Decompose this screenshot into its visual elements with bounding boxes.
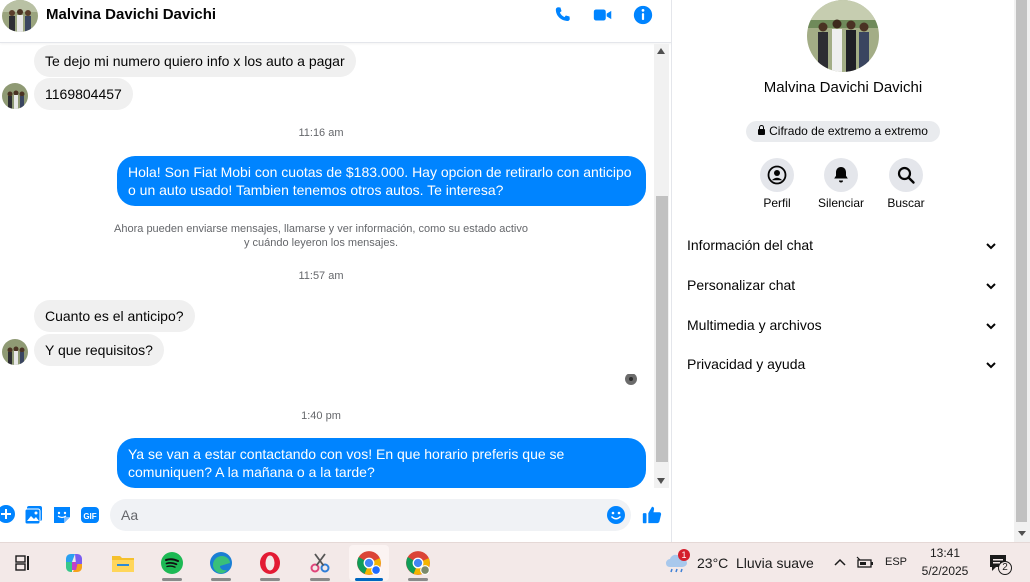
scroll-up-icon[interactable] bbox=[657, 48, 665, 54]
section-chat-info[interactable]: Información del chat bbox=[687, 235, 999, 259]
chat-panel: Malvina Davichi Davichi Te dejo mi numer… bbox=[0, 0, 671, 542]
profile-icon bbox=[760, 158, 794, 192]
search-action-button[interactable]: Buscar bbox=[871, 158, 941, 210]
message-input-box[interactable] bbox=[110, 499, 631, 531]
chat-notice-line: y cuándo leyeron los mensajes. bbox=[243, 237, 399, 249]
action-label: Perfil bbox=[763, 196, 791, 210]
section-label: Multimedia y archivos bbox=[687, 317, 822, 333]
spotify-icon[interactable] bbox=[152, 545, 192, 581]
info-icon[interactable] bbox=[632, 4, 654, 26]
chevron-down-icon bbox=[986, 283, 996, 290]
bell-icon bbox=[824, 158, 858, 192]
message-composer: GIF bbox=[0, 492, 671, 538]
contact-profile-photo[interactable] bbox=[807, 0, 879, 72]
svg-text:GIF: GIF bbox=[83, 512, 96, 521]
weather-temp[interactable]: 23°C bbox=[697, 555, 728, 571]
weather-alert-badge: 1 bbox=[678, 549, 690, 561]
action-label: Buscar bbox=[887, 196, 925, 210]
chat-notice-line: Ahora pueden enviarse mensajes, llamarse… bbox=[114, 223, 528, 235]
lock-icon bbox=[758, 125, 766, 135]
message-timestamp: 11:16 am bbox=[298, 127, 344, 139]
profile-action-button[interactable]: Perfil bbox=[742, 158, 812, 210]
chevron-down-icon bbox=[986, 323, 996, 330]
file-explorer-icon[interactable] bbox=[103, 545, 143, 581]
incoming-message[interactable]: Te dejo mi numero quiero info x los auto… bbox=[34, 45, 356, 77]
section-customize-chat[interactable]: Personalizar chat bbox=[687, 275, 999, 299]
contact-avatar-small[interactable] bbox=[2, 339, 28, 365]
plus-icon[interactable] bbox=[0, 504, 16, 524]
chevron-up-icon[interactable] bbox=[833, 556, 847, 570]
scroll-down-icon[interactable] bbox=[1018, 531, 1026, 536]
edge-icon[interactable] bbox=[201, 545, 241, 581]
chat-header: Malvina Davichi Davichi bbox=[0, 0, 671, 43]
scroll-down-icon[interactable] bbox=[657, 478, 665, 484]
message-timestamp: 1:40 pm bbox=[301, 410, 341, 422]
photo-icon[interactable] bbox=[24, 505, 44, 525]
sticker-icon[interactable] bbox=[52, 505, 72, 525]
weather-rain-icon[interactable]: 1 bbox=[664, 549, 690, 575]
section-privacy-help[interactable]: Privacidad y ayuda bbox=[687, 354, 999, 378]
outgoing-message[interactable]: Hola! Son Fiat Mobi con cuotas de $183.0… bbox=[117, 156, 646, 206]
emoji-icon[interactable] bbox=[606, 505, 626, 525]
message-timestamp: 11:57 am bbox=[298, 270, 344, 282]
e2ee-badge[interactable]: Cifrado de extremo a extremo bbox=[746, 121, 940, 142]
action-label: Silenciar bbox=[817, 196, 865, 210]
incoming-message[interactable]: 1169804457 bbox=[34, 78, 133, 110]
copilot-icon[interactable] bbox=[54, 545, 94, 581]
page-scrollbar[interactable] bbox=[1014, 0, 1030, 542]
search-icon bbox=[889, 158, 923, 192]
section-label: Personalizar chat bbox=[687, 277, 796, 293]
chrome-profile-icon[interactable] bbox=[398, 545, 438, 581]
opera-icon[interactable] bbox=[250, 545, 290, 581]
language-indicator[interactable]: ESP bbox=[885, 556, 907, 568]
contact-name[interactable]: Malvina Davichi Davichi bbox=[46, 6, 216, 23]
notification-count-badge: 2 bbox=[998, 561, 1012, 575]
outgoing-message[interactable]: Ya se van a estar contactando con vos! E… bbox=[117, 438, 646, 488]
section-label: Información del chat bbox=[687, 237, 814, 253]
chat-info-panel: Malvina Davichi Davichi Cifrado de extre… bbox=[672, 0, 1014, 542]
task-view-icon[interactable] bbox=[4, 545, 44, 581]
video-icon[interactable] bbox=[592, 4, 614, 26]
network-icon[interactable] bbox=[856, 555, 874, 571]
gif-icon[interactable]: GIF bbox=[80, 505, 100, 525]
contact-avatar-small[interactable] bbox=[2, 83, 28, 109]
mute-action-button[interactable]: Silenciar bbox=[806, 158, 876, 210]
taskbar: 1 23°C Lluvia suave ESP 13:41 5/2/2025 2 bbox=[0, 542, 1030, 582]
info-contact-name: Malvina Davichi Davichi bbox=[763, 79, 923, 96]
phone-icon[interactable] bbox=[552, 4, 574, 26]
chrome-icon[interactable] bbox=[349, 545, 389, 581]
page-scrollbar-thumb[interactable] bbox=[1016, 0, 1027, 522]
message-input[interactable] bbox=[121, 505, 601, 525]
read-receipt-avatar bbox=[625, 373, 637, 385]
like-icon[interactable] bbox=[641, 504, 663, 526]
notification-icon[interactable]: 2 bbox=[988, 553, 1012, 575]
incoming-message[interactable]: Cuanto es el anticipo? bbox=[34, 300, 195, 332]
chat-notice: Ahora pueden enviarse mensajes, llamarse… bbox=[110, 222, 532, 250]
section-label: Privacidad y ayuda bbox=[687, 356, 806, 372]
section-media-files[interactable]: Multimedia y archivos bbox=[687, 315, 999, 339]
e2ee-label: Cifrado de extremo a extremo bbox=[769, 124, 928, 138]
chevron-down-icon bbox=[986, 243, 996, 250]
incoming-message[interactable]: Y que requisitos? bbox=[34, 334, 164, 366]
scrollbar-thumb[interactable] bbox=[656, 196, 668, 462]
weather-desc[interactable]: Lluvia suave bbox=[736, 555, 814, 571]
snipping-tool-icon[interactable] bbox=[300, 545, 340, 581]
chevron-down-icon bbox=[986, 362, 996, 369]
chat-scrollbar[interactable] bbox=[654, 44, 669, 488]
clock-time[interactable]: 13:41 bbox=[915, 546, 975, 560]
contact-avatar[interactable] bbox=[2, 0, 38, 32]
clock-date[interactable]: 5/2/2025 bbox=[915, 564, 975, 578]
